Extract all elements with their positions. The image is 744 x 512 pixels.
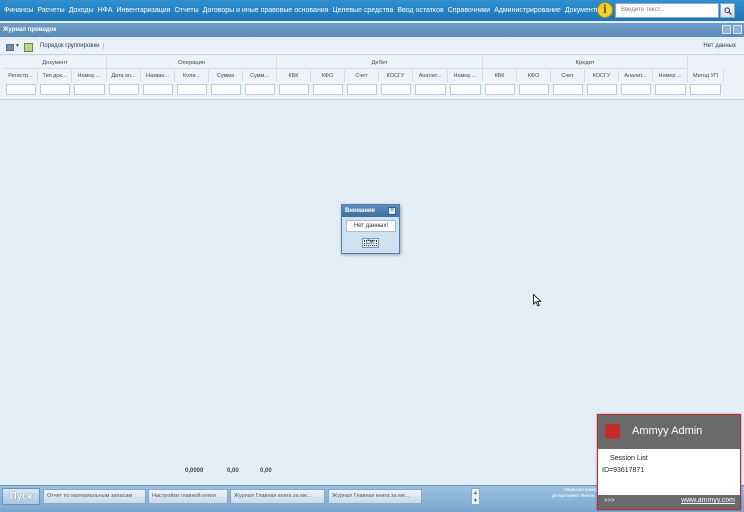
group-header-credit: Кредит: [483, 57, 688, 69]
column-header[interactable]: Аналит...: [413, 70, 448, 82]
filter-input[interactable]: [587, 84, 617, 95]
column-header[interactable]: Регистр...: [4, 70, 38, 82]
menu-item-reports[interactable]: Отчеты: [172, 0, 200, 21]
grouping-order-button[interactable]: Порядок группировки: [40, 43, 105, 49]
dialog-message: Нет данных!: [346, 220, 396, 232]
chevron-down-icon[interactable]: ▼: [15, 43, 20, 49]
group-header-operation: Операция: [107, 57, 277, 69]
total-sum: 0,00: [227, 468, 239, 474]
column-header[interactable]: Аналит...: [619, 70, 653, 82]
column-header[interactable]: Сумма: [209, 70, 243, 82]
filter-input[interactable]: [245, 84, 275, 95]
taskbar-item[interactable]: Журнал Главная книга за ме...: [230, 489, 325, 504]
ammyy-title: Ammyy Admin: [632, 425, 703, 437]
taskbar-item[interactable]: Журнал Главная книга за ме...: [328, 489, 422, 504]
filter-input[interactable]: [450, 84, 481, 95]
license-info: Лицензия номер Департамент Финан...: [552, 487, 598, 498]
column-header[interactable]: КБК: [483, 70, 517, 82]
menu-item-finance[interactable]: Финансы: [2, 0, 35, 21]
filter-input[interactable]: [6, 84, 36, 95]
taskbar-item[interactable]: Настройки главной книги: [148, 489, 228, 504]
grid-status-text: Нет данных: [703, 43, 736, 49]
grid-settings-icon[interactable]: [6, 44, 14, 51]
session-list-label[interactable]: Session List: [610, 455, 648, 462]
ammyy-logo-icon: [605, 424, 620, 439]
menu-item-settlements[interactable]: Расчеты: [35, 0, 66, 21]
column-header[interactable]: КФО: [311, 70, 345, 82]
menu-item-target-funds[interactable]: Целевые средства: [331, 0, 396, 21]
window-title: Журнал проводок: [0, 23, 744, 37]
filter-input[interactable]: [485, 84, 515, 95]
search-button[interactable]: [720, 3, 735, 18]
search-icon: [724, 7, 732, 15]
search-input[interactable]: Введите текст...: [615, 3, 719, 18]
filter-input[interactable]: [177, 84, 207, 95]
alert-dialog: Внимание × Нет данных! OK: [341, 204, 400, 254]
column-header[interactable]: Дата оп...: [107, 70, 141, 82]
column-header[interactable]: Тип док...: [38, 70, 72, 82]
column-header[interactable]: Коли...: [175, 70, 209, 82]
column-header[interactable]: КФО: [517, 70, 551, 82]
total-quantity: 0,0000: [185, 468, 204, 474]
menu-item-income[interactable]: Доходы: [67, 0, 96, 21]
ok-button[interactable]: OK: [362, 238, 379, 248]
window-restore-button[interactable]: [722, 25, 731, 34]
group-header-document: Документ: [4, 57, 107, 69]
column-header[interactable]: Метод УП: [688, 70, 724, 82]
grid-toolbar: [0, 40, 744, 55]
ammyy-footer: >>> www.ammyy.com: [598, 495, 740, 509]
column-header[interactable]: Номер ...: [448, 70, 483, 82]
filter-input[interactable]: [211, 84, 241, 95]
filter-input[interactable]: [690, 84, 721, 95]
column-header[interactable]: Сумм...: [243, 70, 277, 82]
expand-arrows-icon[interactable]: >>>: [604, 498, 615, 504]
mouse-cursor-icon: [533, 294, 542, 307]
filter-input[interactable]: [519, 84, 549, 95]
column-header[interactable]: Счет: [345, 70, 379, 82]
ammyy-admin-popup: Ammyy Admin Session List ID=93617871 >>>…: [597, 414, 741, 510]
window-close-button[interactable]: [733, 25, 742, 34]
ammyy-header: Ammyy Admin: [598, 415, 740, 449]
menu-item-balances-input[interactable]: Ввод остатков: [395, 0, 445, 21]
filter-input[interactable]: [74, 84, 105, 95]
column-header[interactable]: КОСГУ: [585, 70, 619, 82]
menu-item-references[interactable]: Справочники: [446, 0, 492, 21]
column-header[interactable]: Номер ...: [72, 70, 107, 82]
menu-item-nfa[interactable]: НФА: [96, 0, 115, 21]
filter-input[interactable]: [415, 84, 446, 95]
total-sum-2: 0,00: [260, 468, 272, 474]
start-button[interactable]: Пуск: [2, 488, 40, 505]
filter-input[interactable]: [313, 84, 343, 95]
column-header[interactable]: КОСГУ: [379, 70, 413, 82]
menu-item-inventory[interactable]: Инвентаризация: [115, 0, 173, 21]
filter-input[interactable]: [553, 84, 583, 95]
filter-input[interactable]: [109, 84, 139, 95]
filter-input[interactable]: [347, 84, 377, 95]
filter-input[interactable]: [621, 84, 651, 95]
filter-input[interactable]: [143, 84, 173, 95]
filter-input[interactable]: [279, 84, 309, 95]
taskbar-scroll-button[interactable]: ▲ ▼: [471, 488, 480, 505]
menu-item-contracts[interactable]: Договоры и иные правовые основания: [201, 0, 331, 21]
filter-input[interactable]: [40, 84, 70, 95]
refresh-icon[interactable]: [24, 43, 33, 52]
column-header[interactable]: Номер ...: [653, 70, 688, 82]
column-header[interactable]: Счет: [551, 70, 585, 82]
filter-input[interactable]: [381, 84, 411, 95]
group-header-debit: Дебет: [277, 57, 483, 69]
session-id: ID=93617871: [602, 467, 645, 474]
info-icon[interactable]: i: [597, 2, 613, 18]
close-icon[interactable]: ×: [388, 207, 396, 215]
menu-item-administration[interactable]: Администрирование: [492, 0, 563, 21]
column-header[interactable]: КБК: [277, 70, 311, 82]
ammyy-website-link[interactable]: www.ammyy.com: [681, 497, 735, 504]
filter-input[interactable]: [655, 84, 686, 95]
taskbar-item[interactable]: Отчет по материальным запасам: [43, 489, 146, 504]
column-header[interactable]: Назван...: [141, 70, 175, 82]
